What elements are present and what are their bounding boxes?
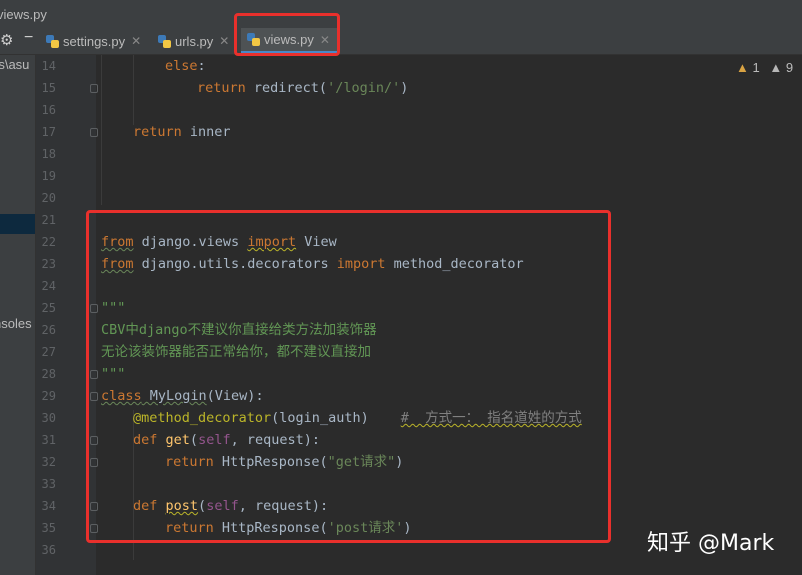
line-number: 16 [41, 103, 56, 117]
warning-icon: ▲ [736, 60, 749, 75]
code-text: inner [181, 124, 231, 140]
code-line-14[interactable]: else: [165, 55, 206, 77]
line-number: 23 [41, 257, 56, 271]
close-icon[interactable]: ✕ [219, 34, 229, 48]
fold-marker[interactable] [90, 128, 98, 137]
editor-tab-bar: ⚙ − settings.py ✕ urls.py ✕ views.py ✕ [0, 28, 802, 55]
code-text: ) [400, 80, 409, 96]
line-number: 30 [41, 411, 56, 425]
line-number: 29 [41, 389, 56, 403]
line-number: 26 [41, 323, 56, 337]
fold-marker[interactable] [90, 84, 98, 93]
weak-warning-icon: ▲ [769, 60, 783, 75]
line-number: 17 [41, 125, 56, 139]
python-file-icon [46, 34, 59, 48]
tab-urls-py[interactable]: urls.py ✕ [158, 28, 229, 54]
title-bar: views.py [0, 0, 802, 29]
weak-warning-count: 9 [785, 60, 794, 75]
line-number: 19 [41, 169, 56, 183]
line-number: 20 [41, 191, 56, 205]
selected-tree-row[interactable] [0, 214, 35, 234]
string-literal: '/login/' [327, 80, 401, 96]
keyword: else [165, 58, 198, 74]
line-number: 21 [41, 213, 56, 227]
line-number: 34 [41, 499, 56, 513]
line-number: 18 [41, 147, 56, 161]
code-line-17[interactable]: return inner [133, 121, 231, 143]
line-number: 27 [41, 345, 56, 359]
project-sidebar: rs\asu nsoles [0, 55, 36, 575]
keyword: return [133, 124, 182, 140]
line-number: 28 [41, 367, 56, 381]
line-number: 14 [41, 59, 56, 73]
line-number: 31 [41, 433, 56, 447]
code-text: : [197, 58, 206, 74]
highlight-box-code [86, 210, 611, 543]
warning-count: 1 [752, 60, 760, 75]
line-number: 15 [41, 81, 56, 95]
code-text: redirect( [245, 80, 328, 96]
project-path: rs\asu [0, 57, 30, 72]
line-number: 22 [41, 235, 56, 249]
line-number: 35 [41, 521, 56, 535]
tab-label: settings.py [63, 33, 126, 49]
tab-settings-py[interactable]: settings.py ✕ [46, 28, 141, 54]
line-number: 33 [41, 477, 56, 491]
minimize-icon[interactable]: − [24, 29, 33, 47]
line-number: 32 [41, 455, 56, 469]
code-line-15[interactable]: return redirect('/login/') [197, 77, 408, 99]
indent-guide [101, 55, 102, 205]
watermark: 知乎 @Mark [647, 531, 775, 556]
line-number: 36 [41, 543, 56, 557]
keyword: return [197, 80, 246, 96]
tab-label: urls.py [175, 33, 214, 49]
inspection-widget[interactable]: ▲ 1 ▲ 9 [736, 60, 793, 75]
python-file-icon [158, 34, 171, 48]
gear-icon[interactable]: ⚙ [0, 31, 13, 49]
close-icon[interactable]: ✕ [131, 34, 141, 48]
highlight-box-tab [234, 13, 340, 56]
line-number: 25 [41, 301, 56, 315]
line-number: 24 [41, 279, 56, 293]
window-title: views.py [0, 7, 47, 22]
scratches-consoles-item[interactable]: nsoles [0, 316, 32, 331]
indent-guide [133, 55, 134, 125]
